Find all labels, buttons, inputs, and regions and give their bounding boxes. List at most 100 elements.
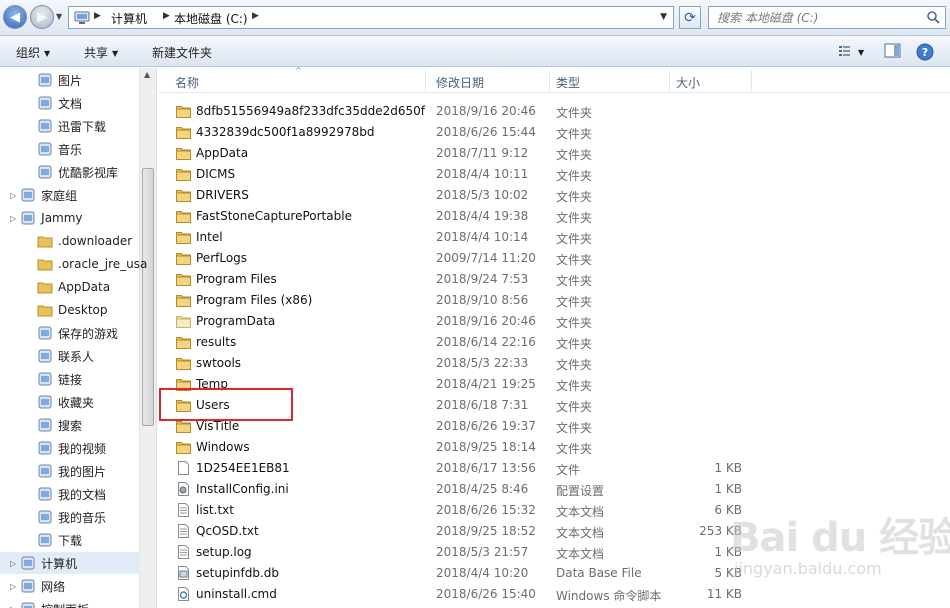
sidebar-item[interactable]: Desktop xyxy=(37,299,140,321)
breadcrumb-separator-icon[interactable]: ▶ xyxy=(94,11,101,21)
column-header-type[interactable]: 类型 xyxy=(550,68,670,93)
file-type: 文件夹 xyxy=(556,400,593,414)
sidebar-item[interactable]: 保存的游戏 xyxy=(37,322,140,344)
sidebar-item[interactable]: ▷ 家庭组 xyxy=(10,184,140,206)
breadcrumb-separator-icon[interactable]: ▶ xyxy=(252,11,259,21)
sidebar-item-label: 文档 xyxy=(58,96,83,111)
sidebar-item[interactable]: 优酷影视库 xyxy=(37,161,140,183)
file-row[interactable]: Intel 2018/4/4 10:14 文件夹 xyxy=(158,227,950,248)
file-row[interactable]: DRIVERS 2018/5/3 10:02 文件夹 xyxy=(158,185,950,206)
text-file-icon xyxy=(176,545,191,559)
scroll-up-icon[interactable]: ▲ xyxy=(144,70,150,79)
file-row[interactable]: results 2018/6/14 22:16 文件夹 xyxy=(158,332,950,353)
help-icon[interactable]: ? xyxy=(916,43,934,61)
file-row[interactable]: PerfLogs 2009/7/14 11:20 文件夹 xyxy=(158,248,950,269)
sidebar-item[interactable]: 联系人 xyxy=(37,345,140,367)
sidebar-item[interactable]: ▷ Jammy xyxy=(10,207,140,229)
organize-button[interactable]: 组织 ▼ xyxy=(16,44,50,61)
file-row[interactable]: ProgramData 2018/9/16 20:46 文件夹 xyxy=(158,311,950,332)
sidebar-item[interactable]: 我的视频 xyxy=(37,437,140,459)
search-icon[interactable] xyxy=(926,10,940,24)
view-options-icon[interactable] xyxy=(838,43,856,59)
sidebar-item-label: 迅雷下载 xyxy=(58,119,107,134)
sidebar-item[interactable]: ▷ 控制面板 xyxy=(10,598,140,608)
file-row[interactable]: setupinfdb.db 2018/4/4 10:20 Data Base Fil… xyxy=(158,563,950,584)
file-row[interactable]: setup.log 2018/5/3 21:57 文本文档 1 KB xyxy=(158,542,950,563)
file-row[interactable]: Program Files 2018/9/24 7:53 文件夹 xyxy=(158,269,950,290)
file-list[interactable]: 名称 ^ 修改日期 类型 大小 8dfb51556949a8f233dfc35d… xyxy=(158,66,950,608)
search-box[interactable] xyxy=(708,6,946,29)
breadcrumb[interactable]: ▶ 计算机 ▶ 本地磁盘 (C:) ▶ ▼ xyxy=(68,6,674,29)
file-date: 2018/9/10 8:56 xyxy=(436,293,529,307)
file-date: 2018/5/3 22:33 xyxy=(436,356,529,370)
sidebar-item[interactable]: 迅雷下载 xyxy=(37,115,140,137)
file-type: 文件夹 xyxy=(556,379,593,393)
file-row[interactable]: AppData 2018/7/11 9:12 文件夹 xyxy=(158,143,950,164)
back-button[interactable]: ◀ xyxy=(3,5,27,29)
expand-arrow-icon[interactable]: ▷ xyxy=(10,191,16,200)
file-row[interactable]: Program Files (x86) 2018/9/10 8:56 文件夹 xyxy=(158,290,950,311)
new-folder-button[interactable]: 新建文件夹 xyxy=(152,44,212,61)
expand-arrow-icon[interactable]: ▷ xyxy=(10,605,16,608)
sidebar-item-label: 联系人 xyxy=(58,349,95,364)
expand-arrow-icon[interactable]: ▷ xyxy=(10,559,16,568)
expand-arrow-icon[interactable]: ▷ xyxy=(10,582,16,591)
file-row[interactable]: 4332839dc500f1a8992978bd 2018/6/26 15:44 文… xyxy=(158,122,950,143)
navigation-pane[interactable]: ▲ 图片文档迅雷下载音乐 优酷影视库 ▷ 家庭组 ▷ Jammy .downloader .o… xyxy=(0,68,157,608)
file-row[interactable]: Windows 2018/9/25 18:14 文件夹 xyxy=(158,437,950,458)
pictures-icon xyxy=(37,72,53,88)
sidebar-item[interactable]: .downloader xyxy=(37,230,140,252)
file-type: 文件夹 xyxy=(556,316,593,330)
homegroup-icon xyxy=(20,187,36,203)
breadcrumb-separator-icon[interactable]: ▶ xyxy=(163,11,170,21)
scrollbar-thumb[interactable] xyxy=(142,168,154,426)
sidebar-item[interactable]: 我的音乐 xyxy=(37,506,140,528)
sidebar-item[interactable]: ▷ 计算机 xyxy=(0,552,140,574)
sidebar-item[interactable]: 我的图片 xyxy=(37,460,140,482)
recent-pages-dropdown-icon[interactable]: ▼ xyxy=(56,12,62,21)
file-row[interactable]: DICMS 2018/4/4 10:11 文件夹 xyxy=(158,164,950,185)
breadcrumb-drive-c[interactable]: 本地磁盘 (C:) xyxy=(174,10,248,27)
sidebar-item[interactable]: 收藏夹 xyxy=(37,391,140,413)
file-size: 253 KB xyxy=(699,524,742,538)
file-row[interactable]: QcOSD.txt 2018/9/25 18:52 文本文档 253 KB xyxy=(158,521,950,542)
refresh-icon: ⟳ xyxy=(684,9,696,26)
file-date: 2018/9/24 7:53 xyxy=(436,272,529,286)
file-row[interactable]: swtools 2018/5/3 22:33 文件夹 xyxy=(158,353,950,374)
sidebar-item[interactable]: 文档 xyxy=(37,92,140,114)
navigation-scrollbar[interactable]: ▲ xyxy=(139,68,156,608)
file-type: 文件夹 xyxy=(556,442,593,456)
forward-button[interactable]: ▶ xyxy=(30,5,54,29)
sidebar-item[interactable]: 图片 xyxy=(37,69,140,91)
sidebar-item[interactable]: 搜索 xyxy=(37,414,140,436)
column-header-name[interactable]: 名称 ^ xyxy=(158,66,426,93)
sidebar-item[interactable]: 链接 xyxy=(37,368,140,390)
sidebar-item[interactable]: 下载 xyxy=(37,529,140,551)
sidebar-item[interactable]: 音乐 xyxy=(37,138,140,160)
sidebar-item[interactable]: AppData xyxy=(37,276,140,298)
svg-text:?: ? xyxy=(922,46,928,59)
sidebar-item-label: 家庭组 xyxy=(41,188,78,203)
expand-arrow-icon[interactable]: ▷ xyxy=(10,214,16,223)
view-dropdown-icon[interactable]: ▼ xyxy=(858,48,864,57)
sidebar-item[interactable]: 我的文档 xyxy=(37,483,140,505)
file-row[interactable]: 1D254EE1EB81 2018/6/17 13:56 文件 1 KB xyxy=(158,458,950,479)
file-row[interactable]: 8dfb51556949a8f233dfc35dde2d650f 2018/9/1… xyxy=(158,101,950,122)
address-dropdown-icon[interactable]: ▼ xyxy=(660,12,667,22)
refresh-button[interactable]: ⟳ xyxy=(679,6,701,29)
share-button[interactable]: 共享 ▼ xyxy=(84,44,118,61)
column-header-date[interactable]: 修改日期 xyxy=(426,68,550,93)
file-row[interactable]: FastStoneCapturePortable 2018/4/4 19:38 文件… xyxy=(158,206,950,227)
preview-pane-icon[interactable] xyxy=(884,43,902,59)
sidebar-item[interactable]: ▷ 网络 xyxy=(10,575,140,597)
file-row[interactable]: uninstall.cmd 2018/6/26 15:40 Windows 命令脚本… xyxy=(158,584,950,605)
computer-icon xyxy=(20,555,36,571)
breadcrumb-computer[interactable]: 计算机 xyxy=(111,10,147,27)
file-row[interactable]: InstallConfig.ini 2018/4/25 8:46 配置设置 1 KB xyxy=(158,479,950,500)
column-header-size[interactable]: 大小 xyxy=(670,68,752,93)
sidebar-item[interactable]: .oracle_jre_usa xyxy=(37,253,147,275)
file-date: 2018/7/11 9:12 xyxy=(436,146,529,160)
file-row[interactable]: list.txt 2018/6/26 15:32 文本文档 6 KB xyxy=(158,500,950,521)
file-type: 文件夹 xyxy=(556,358,593,372)
search-input[interactable] xyxy=(717,8,917,28)
